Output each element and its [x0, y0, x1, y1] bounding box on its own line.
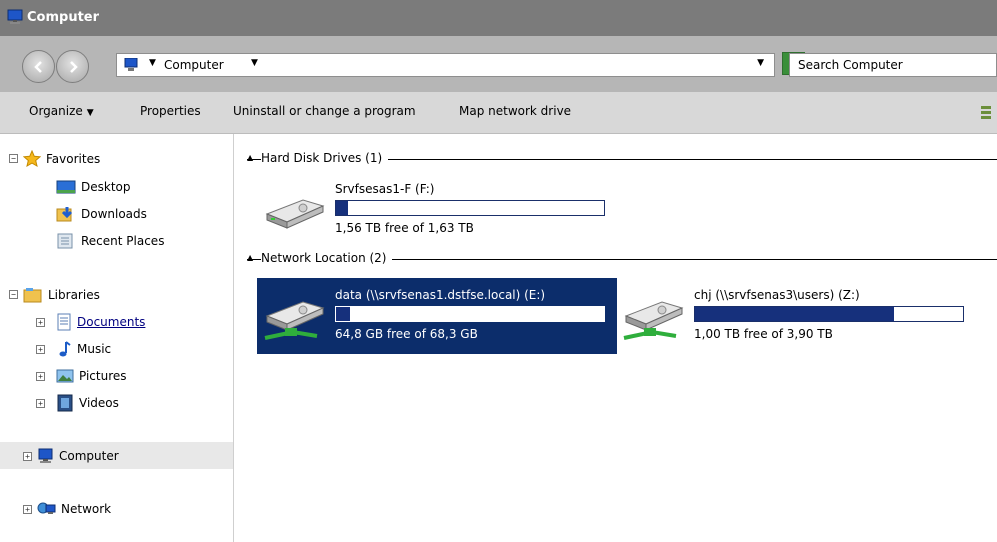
search-input[interactable]: Search Computer [789, 53, 997, 77]
address-dropdown-icon[interactable]: ▼ [757, 58, 764, 68]
caret-up-icon: ▲ [247, 253, 254, 262]
group-header-network-location[interactable]: ▲ Network Location (2) [247, 251, 997, 267]
expand-documents-toggle[interactable]: + [36, 318, 45, 327]
hard-drive-icon [263, 192, 327, 235]
nav-computer[interactable]: Computer [36, 446, 119, 466]
computer-icon [6, 9, 24, 28]
computer-icon [122, 57, 140, 75]
organize-button[interactable]: Organize ▼ [29, 104, 94, 118]
nav-desktop[interactable]: Desktop [56, 177, 131, 197]
window-title: Computer [27, 10, 100, 25]
nav-downloads[interactable]: Downloads [56, 204, 147, 224]
uninstall-program-button[interactable]: Uninstall or change a program [233, 104, 416, 118]
nav-videos-label: Videos [79, 396, 119, 410]
drive-tile-z[interactable]: chj (\\srvfsenas3\users) (Z:) 1,00 TB fr… [616, 278, 976, 354]
nav-videos[interactable]: Videos [56, 393, 119, 413]
drive-free-space: 1,00 TB free of 3,90 TB [694, 327, 833, 341]
address-bar: ▼ Computer ▼ ▼ Search Computer [0, 36, 997, 92]
drive-name: Srvfsesas1-F (F:) [335, 182, 435, 196]
nav-libraries-label: Libraries [48, 288, 100, 302]
nav-pictures-label: Pictures [79, 369, 127, 383]
videos-icon [57, 394, 73, 412]
drive-free-space: 64,8 GB free of 68,3 GB [335, 327, 478, 341]
drive-name: chj (\\srvfsenas3\users) (Z:) [694, 288, 860, 302]
chevron-down-icon: ▼ [86, 108, 94, 118]
drive-tile-f[interactable]: Srvfsesas1-F (F:) 1,56 TB free of 1,63 T… [257, 172, 617, 248]
navigation-pane: − Favorites Desktop Downloads Recent Pla… [0, 134, 234, 542]
network-drive-icon [622, 298, 686, 345]
expand-network-toggle[interactable]: + [23, 505, 32, 514]
view-options-icon[interactable] [981, 105, 993, 124]
network-drive-icon [263, 298, 327, 345]
collapse-favorites-toggle[interactable]: − [9, 154, 18, 163]
nav-documents[interactable]: Documents [56, 312, 145, 332]
expand-computer-toggle[interactable]: + [23, 452, 32, 461]
desktop-icon [56, 180, 76, 194]
organize-label: Organize [29, 104, 83, 118]
title-bar: Computer [0, 0, 997, 36]
forward-button[interactable] [56, 50, 89, 83]
drive-usage-fill [336, 307, 350, 321]
nav-computer-label: Computer [59, 449, 119, 463]
group-header-label: Network Location (2) [261, 251, 393, 265]
arrow-left-icon [33, 60, 42, 73]
drive-usage-bar [335, 306, 605, 322]
arrow-right-icon [69, 60, 78, 73]
expand-videos-toggle[interactable]: + [36, 399, 45, 408]
nav-downloads-label: Downloads [81, 207, 147, 221]
documents-icon [57, 313, 71, 331]
expand-music-toggle[interactable]: + [36, 345, 45, 354]
nav-documents-label: Documents [77, 315, 146, 329]
drive-usage-bar [335, 200, 605, 216]
group-header-hard-disk-drives[interactable]: ▲ Hard Disk Drives (1) [247, 151, 997, 167]
nav-desktop-label: Desktop [81, 180, 131, 194]
computer-icon [38, 448, 53, 463]
drive-usage-bar [694, 306, 964, 322]
nav-favorites-label: Favorites [46, 152, 101, 166]
drive-name: data (\\srvfsenas1.dstfse.local) (E:) [335, 288, 546, 302]
command-bar: Organize ▼ Properties Uninstall or change… [0, 92, 997, 134]
nav-libraries[interactable]: Libraries [23, 285, 100, 305]
recent-places-icon [57, 233, 73, 249]
nav-favorites[interactable]: Favorites [23, 149, 100, 169]
group-header-label: Hard Disk Drives (1) [261, 151, 389, 165]
drive-tile-e[interactable]: data (\\srvfsenas1.dstfse.local) (E:) 64… [257, 278, 617, 354]
drive-usage-fill [695, 307, 895, 321]
back-button[interactable] [22, 50, 55, 83]
nav-music-label: Music [77, 342, 112, 356]
expand-pictures-toggle[interactable]: + [36, 372, 45, 381]
breadcrumb-computer[interactable]: Computer [164, 58, 224, 72]
music-icon [59, 341, 71, 357]
drive-free-space: 1,56 TB free of 1,63 TB [335, 221, 474, 235]
caret-up-icon: ▲ [247, 153, 254, 162]
collapse-libraries-toggle[interactable]: − [9, 290, 18, 299]
nav-recent-places-label: Recent Places [81, 234, 165, 248]
drive-usage-fill [336, 201, 348, 215]
chevron-down-icon[interactable]: ▼ [251, 58, 258, 68]
star-icon [23, 150, 41, 168]
pictures-icon [56, 369, 74, 383]
properties-button[interactable]: Properties [140, 104, 201, 118]
nav-pictures[interactable]: Pictures [56, 366, 127, 386]
nav-network[interactable]: Network [36, 499, 111, 519]
chevron-down-icon[interactable]: ▼ [149, 58, 156, 68]
nav-music[interactable]: Music [56, 339, 111, 359]
address-field[interactable]: ▼ Computer ▼ ▼ [116, 53, 775, 77]
network-icon [37, 502, 56, 514]
libraries-icon [23, 288, 42, 303]
content-pane: ▲ Hard Disk Drives (1) Srvfsesas1-F (F:)… [235, 134, 997, 542]
nav-network-label: Network [61, 502, 112, 516]
nav-recent-places[interactable]: Recent Places [56, 231, 164, 251]
downloads-folder-icon [56, 207, 73, 222]
map-network-drive-button[interactable]: Map network drive [459, 104, 571, 118]
